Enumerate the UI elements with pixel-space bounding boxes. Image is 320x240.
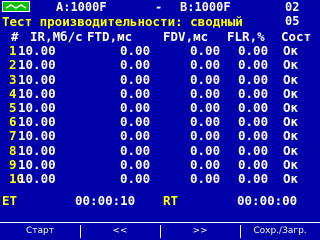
rt-value: 00:00:00 [237,193,298,208]
row-fdv: 0.00 [190,128,221,144]
row-flr: 0.00 [238,170,269,186]
row-flr: 0.00 [238,57,269,73]
results-table: # IR,Мб/с FTD,мс FDV,мс FLR,% Сост 1 10.0… [0,29,320,186]
timing-line: ET 00:00:10 RT 00:00:00 [0,194,320,210]
row-ir: 10.00 [18,57,56,73]
row-status: Ок [283,114,299,130]
row-ir: 10.00 [18,71,56,87]
softkey-bar: Старт << >> Сохр./Загр. [0,222,320,240]
table-row: 2 10.00 0.00 0.00 0.00 Ок [0,58,320,72]
row-ir: 10.00 [18,43,56,59]
row-ftd: 0.00 [120,114,151,130]
port-a-status: A:1000F [56,0,107,14]
table-row: 1 10.00 0.00 0.00 0.00 Ок [0,43,320,59]
row-status: Ок [283,142,299,158]
row-flr: 0.00 [238,128,269,144]
row-ftd: 0.00 [120,142,151,158]
row-status: Ок [283,85,299,101]
table-body: 1 10.00 0.00 0.00 0.00 Ок 2 10.00 0.00 0.00 0.00 Ок… [0,43,320,186]
header-fdv: FDV,мс [163,29,209,44]
header-ir: IR,Мб/с [30,29,83,44]
row-status: Ок [283,170,299,186]
table-row: 3 10.00 0.00 0.00 0.00 Ок [0,71,320,87]
et-value: 00:00:10 [75,193,136,208]
row-flr: 0.00 [238,142,269,158]
et-label: ET [2,193,18,208]
row-fdv: 0.00 [190,170,221,186]
row-index: 9 [9,156,17,172]
row-fdv: 0.00 [190,57,221,73]
row-fdv: 0.00 [190,99,221,115]
row-ftd: 0.00 [120,156,151,172]
row-fdv: 0.00 [190,85,221,101]
port-b-status: B:1000F [180,0,231,14]
row-status: Ок [283,71,299,87]
row-ir: 10.00 [18,114,56,130]
port-separator: - [155,0,163,14]
row-index: 7 [9,128,17,144]
row-fdv: 0.00 [190,156,221,172]
row-flr: 0.00 [238,85,269,101]
row-flr: 0.00 [238,156,269,172]
row-flr: 0.00 [238,43,269,59]
save-load-button[interactable]: Сохр./Загр. [240,223,320,240]
row-flr: 0.00 [238,99,269,115]
row-status: Ок [283,156,299,172]
row-ir: 10.00 [18,170,56,186]
clock: 02 05 [285,0,300,28]
next-button[interactable]: >> [160,223,240,240]
table-row: 7 10.00 0.00 0.00 0.00 Ок [0,129,320,143]
row-ftd: 0.00 [120,128,151,144]
table-row: 10 10.00 0.00 0.00 0.00 Ок [0,170,320,186]
rt-label: RT [163,193,179,208]
header-index: # [11,29,19,44]
row-status: Ок [283,43,299,59]
row-ftd: 0.00 [120,99,151,115]
header-flr: FLR,% [227,29,265,44]
header-status: Сост [281,29,312,44]
row-ir: 10.00 [18,99,56,115]
row-ir: 10.00 [18,156,56,172]
row-ir: 10.00 [18,85,56,101]
row-status: Ок [283,128,299,144]
row-fdv: 0.00 [190,142,221,158]
table-header-row: # IR,Мб/с FTD,мс FDV,мс FLR,% Сост [0,29,320,44]
row-status: Ок [283,99,299,115]
table-row: 9 10.00 0.00 0.00 0.00 Ок [0,156,320,172]
row-fdv: 0.00 [190,114,221,130]
row-ftd: 0.00 [120,57,151,73]
battery-icon [2,1,30,12]
start-button[interactable]: Старт [0,223,80,240]
row-ftd: 0.00 [120,170,151,186]
row-index: 3 [9,71,17,87]
table-row: 6 10.00 0.00 0.00 0.00 Ок [0,114,320,130]
row-ir: 10.00 [18,128,56,144]
row-flr: 0.00 [238,71,269,87]
table-row: 5 10.00 0.00 0.00 0.00 Ок [0,99,320,115]
row-fdv: 0.00 [190,43,221,59]
row-flr: 0.00 [238,114,269,130]
row-status: Ок [283,57,299,73]
row-index: 2 [9,57,17,73]
page-title: Тест производительности: сводный [2,14,243,29]
row-ir: 10.00 [18,142,56,158]
tester-screen: A:1000F - B:1000F 02 05 Тест производите… [0,0,320,240]
row-index: 4 [9,85,17,101]
row-index: 6 [9,114,17,130]
row-index: 5 [9,99,17,115]
row-index: 8 [9,142,17,158]
row-fdv: 0.00 [190,71,221,87]
row-index: 1 [9,43,17,59]
row-ftd: 0.00 [120,43,151,59]
previous-button[interactable]: << [80,223,160,240]
status-bar: A:1000F - B:1000F 02 05 [0,0,320,28]
table-row: 4 10.00 0.00 0.00 0.00 Ок [0,85,320,101]
row-ftd: 0.00 [120,71,151,87]
row-ftd: 0.00 [120,85,151,101]
header-ftd: FTD,мс [87,29,133,44]
table-row: 8 10.00 0.00 0.00 0.00 Ок [0,142,320,158]
